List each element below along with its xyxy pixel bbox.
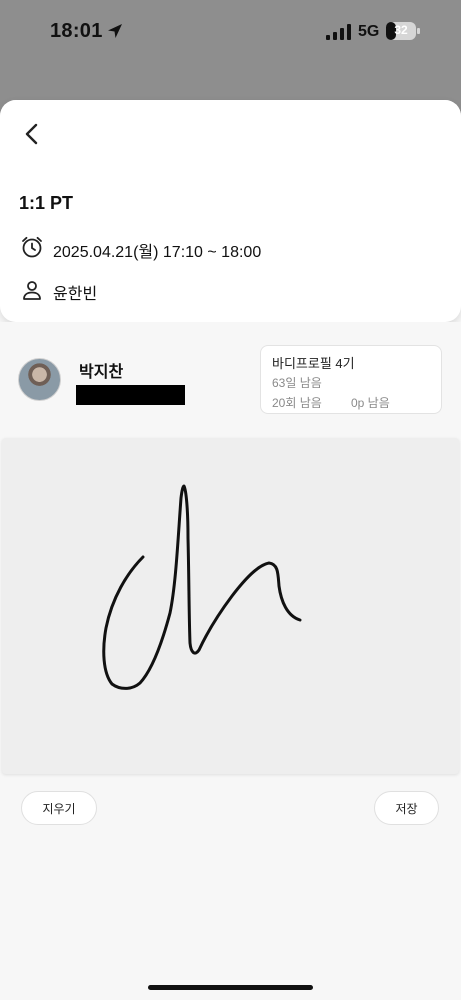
location-arrow-icon xyxy=(108,24,122,38)
package-sessions-left: 20회 남음 xyxy=(272,396,322,410)
clear-button[interactable]: 지우기 xyxy=(21,791,97,825)
chevron-left-icon[interactable] xyxy=(18,120,46,148)
battery-icon: 32 xyxy=(386,22,420,40)
member-avatar xyxy=(18,358,61,401)
cellular-signal-icon xyxy=(326,24,351,40)
save-button[interactable]: 저장 xyxy=(374,791,439,825)
session-datetime: 2025.04.21(월) 17:10 ~ 18:00 xyxy=(53,244,262,261)
member-name: 박지찬 xyxy=(79,364,124,381)
signature-stroke xyxy=(102,484,302,690)
package-points-left: 0p 남음 xyxy=(351,396,390,410)
person-icon xyxy=(23,281,41,300)
redacted-member-info xyxy=(76,385,185,405)
trainer-name: 윤한빈 xyxy=(53,286,98,303)
status-bar: 18:01 5G 32 xyxy=(0,0,461,64)
alarm-clock-icon xyxy=(22,236,42,258)
package-name: 바디프로필 4기 xyxy=(272,356,355,371)
session-title: 1:1 PT xyxy=(19,193,74,213)
signature-pad[interactable] xyxy=(2,438,459,774)
status-time: 18:01 xyxy=(50,20,103,42)
network-type: 5G xyxy=(358,23,380,40)
home-indicator xyxy=(148,985,313,990)
package-days-left: 63일 남음 xyxy=(272,376,322,390)
battery-percent: 32 xyxy=(394,23,408,37)
